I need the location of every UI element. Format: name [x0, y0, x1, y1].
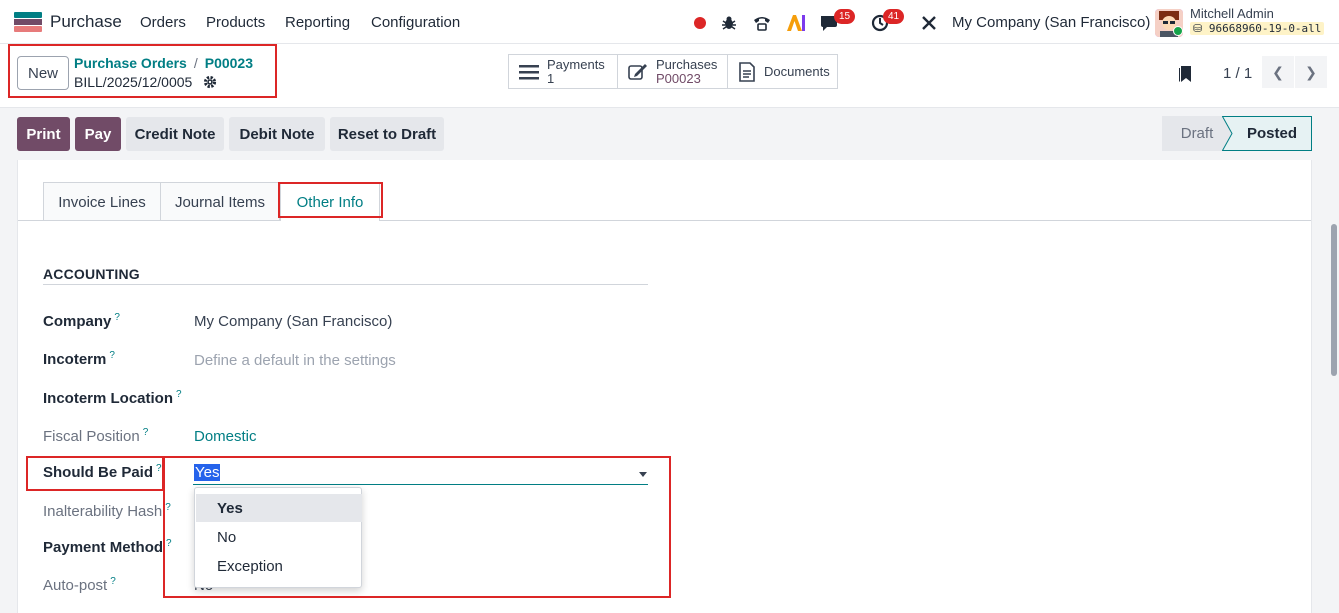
- incoterm-input[interactable]: Define a default in the settings: [194, 352, 396, 369]
- bookmark-icon[interactable]: [1178, 65, 1192, 83]
- section-accounting-title: ACCOUNTING: [43, 266, 140, 282]
- payment-method-label: Payment Method?: [43, 538, 172, 556]
- user-name[interactable]: Mitchell Admin: [1190, 6, 1274, 21]
- inalterability-hash-label: Inalterability Hash?: [43, 502, 171, 520]
- menu-reporting[interactable]: Reporting: [285, 14, 350, 31]
- highlight-box-should-be-paid-field: [163, 456, 671, 598]
- documents-label: Documents: [764, 63, 830, 79]
- chevron-left-icon: ❮: [1272, 63, 1284, 80]
- purchases-label: Purchases: [656, 57, 718, 72]
- help-icon[interactable]: ?: [176, 389, 182, 400]
- help-icon[interactable]: ?: [110, 576, 116, 587]
- pager-next-button[interactable]: ❯: [1295, 56, 1327, 88]
- control-panel: New Purchase Orders / P00023 BILL/2025/12/…: [0, 44, 1339, 108]
- incoterm-location-input[interactable]: [194, 389, 634, 409]
- app-name[interactable]: Purchase: [50, 12, 122, 32]
- tab-invoice-lines[interactable]: Invoice Lines: [43, 182, 161, 221]
- help-icon[interactable]: ?: [114, 312, 120, 323]
- phone-icon[interactable]: [751, 12, 773, 34]
- list-icon: [519, 64, 539, 79]
- pager-previous-button[interactable]: ❮: [1262, 56, 1294, 88]
- incoterm-label: Incoterm?: [43, 350, 115, 368]
- fiscal-position-label: Fiscal Position?: [43, 427, 149, 445]
- record-icon[interactable]: [689, 12, 711, 34]
- chat-badge: 15: [834, 9, 856, 24]
- payments-label: Payments: [547, 57, 605, 72]
- print-button[interactable]: Print: [17, 117, 70, 151]
- section-divider: [43, 284, 648, 285]
- ai-icon[interactable]: [785, 12, 807, 34]
- debug-bug-icon[interactable]: [718, 12, 740, 34]
- payments-count: 1: [547, 71, 555, 86]
- document-icon: [739, 61, 755, 82]
- menu-configuration[interactable]: Configuration: [371, 14, 460, 31]
- auto-post-label: Auto-post?: [43, 576, 116, 594]
- tab-journal-items[interactable]: Journal Items: [160, 182, 280, 221]
- highlight-box-other-info: [278, 182, 383, 218]
- company-value[interactable]: My Company (San Francisco): [194, 313, 392, 330]
- purchases-value: P00023: [656, 71, 701, 86]
- fiscal-position-value[interactable]: Domestic: [194, 428, 257, 445]
- credit-note-button[interactable]: Credit Note: [126, 117, 224, 151]
- payments-smart-button[interactable]: Payments 1: [508, 54, 618, 89]
- company-switcher[interactable]: My Company (San Francisco): [952, 14, 1150, 31]
- chevron-right-icon: ❯: [1305, 63, 1317, 80]
- pay-button[interactable]: Pay: [75, 117, 121, 151]
- database-tag: ⛁ 96668960-19-0-all: [1190, 22, 1325, 35]
- online-status-icon: [1173, 26, 1183, 36]
- scrollbar[interactable]: [1331, 224, 1337, 376]
- pager-value[interactable]: 1 / 1: [1223, 65, 1252, 82]
- company-label: Company?: [43, 312, 120, 330]
- documents-smart-button[interactable]: Documents: [727, 54, 838, 89]
- status-posted[interactable]: Posted: [1232, 116, 1312, 151]
- menu-products[interactable]: Products: [206, 14, 265, 31]
- tab-divider: [18, 220, 1311, 221]
- help-icon[interactable]: ?: [143, 427, 149, 438]
- activity-badge: 41: [883, 9, 905, 24]
- tools-icon[interactable]: [918, 12, 940, 34]
- database-name: 96668960-19-0-all: [1208, 22, 1322, 35]
- menu-orders[interactable]: Orders: [140, 14, 186, 31]
- help-icon[interactable]: ?: [109, 350, 115, 361]
- top-navbar: Purchase Orders Products Reporting Confi…: [0, 0, 1339, 44]
- reset-to-draft-button[interactable]: Reset to Draft: [330, 117, 444, 151]
- purchase-app-icon[interactable]: [14, 12, 42, 32]
- debit-note-button[interactable]: Debit Note: [229, 117, 325, 151]
- highlight-box-should-be-paid-label: [26, 456, 164, 491]
- incoterm-location-label: Incoterm Location?: [43, 389, 182, 407]
- edit-icon: [628, 63, 647, 80]
- highlight-box-breadcrumb: [8, 44, 277, 98]
- purchases-smart-button[interactable]: Purchases P00023: [617, 54, 728, 89]
